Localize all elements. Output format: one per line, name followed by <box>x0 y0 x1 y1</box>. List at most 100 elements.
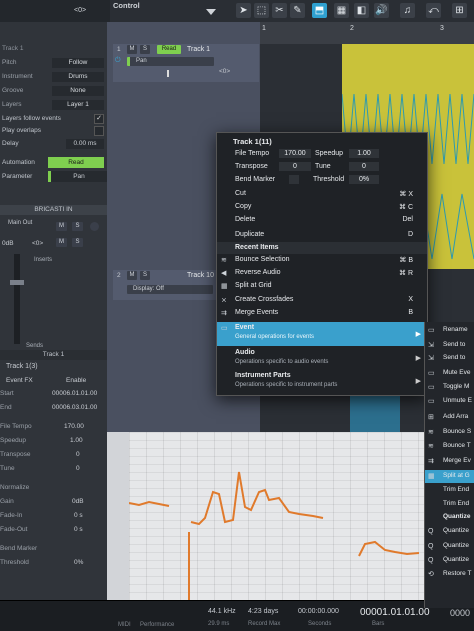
submenu-item-quantize-1[interactable]: Q Quantize <box>425 525 474 538</box>
transpose-value[interactable]: 0 <box>76 451 80 458</box>
threshold-value[interactable]: 0% <box>349 175 379 184</box>
submenu-item-split-at-grid[interactable]: ▦ Split at G <box>425 470 474 483</box>
play-overlaps-checkbox[interactable] <box>94 126 104 136</box>
file-tempo-value[interactable]: 170.00 <box>279 149 311 158</box>
end-value[interactable]: 00006.03.01.00 <box>52 404 97 411</box>
audio-event-clip-2[interactable] <box>350 392 400 432</box>
mute-tool-icon[interactable]: ◧ <box>354 3 369 18</box>
submenu-item-unmute[interactable]: ▭ Unmute E <box>425 395 474 408</box>
listen-icon[interactable]: ♫ <box>400 3 415 18</box>
menu-item-cut[interactable]: Cut ⌘ X <box>217 188 427 201</box>
start-value[interactable]: 00006.01.01.00 <box>52 390 97 397</box>
track-solo-button[interactable]: S <box>140 45 150 54</box>
automation-mode[interactable]: Read <box>48 157 104 168</box>
delay-value[interactable]: 0.00 ms <box>66 139 104 149</box>
submenu-item-trim-end-1[interactable]: Trim End <box>425 484 474 497</box>
submenu-label: Mute Eve <box>443 369 471 376</box>
enable-label[interactable]: Enable <box>66 377 86 384</box>
mute-button-2[interactable]: M <box>56 238 67 247</box>
snap-tool-icon[interactable]: ⬒ <box>312 3 327 18</box>
submenu-item-send-to-1[interactable]: ⇲ Send to <box>425 339 474 352</box>
track-name[interactable]: Track 1 <box>187 46 210 53</box>
submenu-item-toggle-mute[interactable]: ▭ Toggle M <box>425 381 474 394</box>
track-display-select[interactable]: Display: Off <box>127 285 213 294</box>
pan-value[interactable]: <0> <box>32 240 43 247</box>
row-value[interactable]: Follow <box>52 58 104 68</box>
track-1-header[interactable]: 1 M S Read Track 1 ⏻ Pan <0> <box>113 44 259 82</box>
midi-label[interactable]: MIDI <box>118 622 131 628</box>
row-value[interactable]: Layer 1 <box>52 100 104 110</box>
quantize-icon[interactable]: ⊞ <box>452 3 467 18</box>
power-icon[interactable]: ⏻ <box>115 57 121 65</box>
pencil-tool-icon[interactable]: ✎ <box>290 3 305 18</box>
submenu-item-quantize-3[interactable]: Q Quantize <box>425 554 474 567</box>
menu-item-split-at-grid[interactable]: ▦ Split at Grid <box>217 280 427 293</box>
layers-follow-checkbox[interactable]: ✓ <box>94 114 104 124</box>
track-solo-button[interactable]: S <box>140 271 150 280</box>
fadeout-value[interactable]: 0 s <box>74 526 83 533</box>
track-read-mode[interactable]: Read <box>157 45 181 54</box>
submenu-item-mute-event[interactable]: ▭ Mute Eve <box>425 367 474 380</box>
range-tool-icon[interactable]: ⬚ <box>254 3 269 18</box>
sends-label[interactable]: Sends <box>26 343 43 349</box>
fadein-value[interactable]: 0 s <box>74 512 83 519</box>
speedup-value[interactable]: 1.00 <box>349 149 379 158</box>
track-mute-button[interactable]: M <box>127 45 137 54</box>
pitch-grid[interactable] <box>129 432 474 600</box>
tune-label: Tune <box>0 465 15 472</box>
chevron-down-icon[interactable] <box>206 9 216 15</box>
menu-item-merge-events[interactable]: ⇉ Merge Events B <box>217 307 427 320</box>
solo-button[interactable]: S <box>72 222 83 231</box>
volume-fader[interactable] <box>14 254 20 344</box>
menu-item-reverse-audio[interactable]: ◀ Reverse Audio ⌘ R <box>217 267 427 280</box>
parameter-select[interactable]: Pan <box>48 171 107 182</box>
submenu-item-trim-end-2[interactable]: Trim End <box>425 498 474 511</box>
main-out-label[interactable]: Main Out <box>8 220 32 226</box>
grid-icon[interactable]: ▦ <box>334 3 349 18</box>
submenu-item-add-arranger[interactable]: ⊞ Add Arra <box>425 411 474 424</box>
menu-item-delete[interactable]: Delete Del <box>217 214 427 227</box>
submenu-item-send-to-2[interactable]: ⇲ Send to <box>425 352 474 365</box>
arrow-tool-icon[interactable]: ➤ <box>236 3 251 18</box>
speedup-value[interactable]: 1.00 <box>70 437 83 444</box>
submenu-item-restore-timing[interactable]: ⟲ Restore T <box>425 568 474 581</box>
submenu-item-quantize-2[interactable]: Q Quantize <box>425 540 474 553</box>
submenu-item-bounce-to[interactable]: ≋ Bounce T <box>425 440 474 453</box>
track-pan-value[interactable]: <0> <box>219 68 230 75</box>
split-tool-icon[interactable]: ✂ <box>272 3 287 18</box>
bend-marker-checkbox[interactable] <box>289 175 299 184</box>
tune-value[interactable]: 0 <box>349 162 379 171</box>
submenu-item-bounce-selection[interactable]: ≋ Bounce S <box>425 426 474 439</box>
mute-button[interactable]: M <box>56 222 67 231</box>
menu-item-create-crossfades[interactable]: ⨯ Create Crossfades X <box>217 294 427 307</box>
menu-item-audio[interactable]: Audio Operations specific to audio event… <box>217 347 427 369</box>
fader-handle[interactable] <box>10 280 24 285</box>
track-pan-slider[interactable] <box>167 70 169 77</box>
threshold-value[interactable]: 0% <box>74 559 83 566</box>
row-value[interactable]: Drums <box>52 72 104 82</box>
speaker-icon[interactable]: 🔊 <box>374 3 389 18</box>
bend-tool-icon[interactable]: ⤺ <box>426 3 441 18</box>
tune-value[interactable]: 0 <box>76 465 80 472</box>
menu-item-instrument-parts[interactable]: Instrument Parts Operations specific to … <box>217 370 427 392</box>
row-value[interactable]: None <box>52 86 104 96</box>
transpose-value[interactable]: 0 <box>279 162 311 171</box>
performance-label[interactable]: Performance <box>140 622 174 628</box>
menu-item-duplicate[interactable]: Duplicate D <box>217 229 427 242</box>
piano-keys[interactable] <box>107 432 129 600</box>
track-name[interactable]: Track 10 <box>187 272 214 279</box>
track-mute-button[interactable]: M <box>127 271 137 280</box>
record-monitor-icon[interactable] <box>90 222 99 231</box>
inserts-label[interactable]: Inserts <box>34 257 52 263</box>
unmute-icon: ▭ <box>428 398 435 405</box>
track-parameter-select[interactable]: Pan <box>127 57 214 66</box>
submenu-item-merge-events[interactable]: ⇉ Merge Ev <box>425 455 474 468</box>
menu-item-event[interactable]: ▭ Event General operations for events ▶ <box>217 322 427 346</box>
solo-button-2[interactable]: S <box>72 238 83 247</box>
menu-item-bounce-selection[interactable]: ≋ Bounce Selection ⌘ B <box>217 254 427 267</box>
menu-item-copy[interactable]: Copy ⌘ C <box>217 201 427 214</box>
submenu-item-quantize-header[interactable]: Quantize <box>425 511 474 524</box>
gain-value[interactable]: 0dB <box>72 498 84 505</box>
submenu-item-rename[interactable]: ▭ Rename <box>425 324 474 337</box>
file-tempo-value[interactable]: 170.00 <box>64 423 84 430</box>
